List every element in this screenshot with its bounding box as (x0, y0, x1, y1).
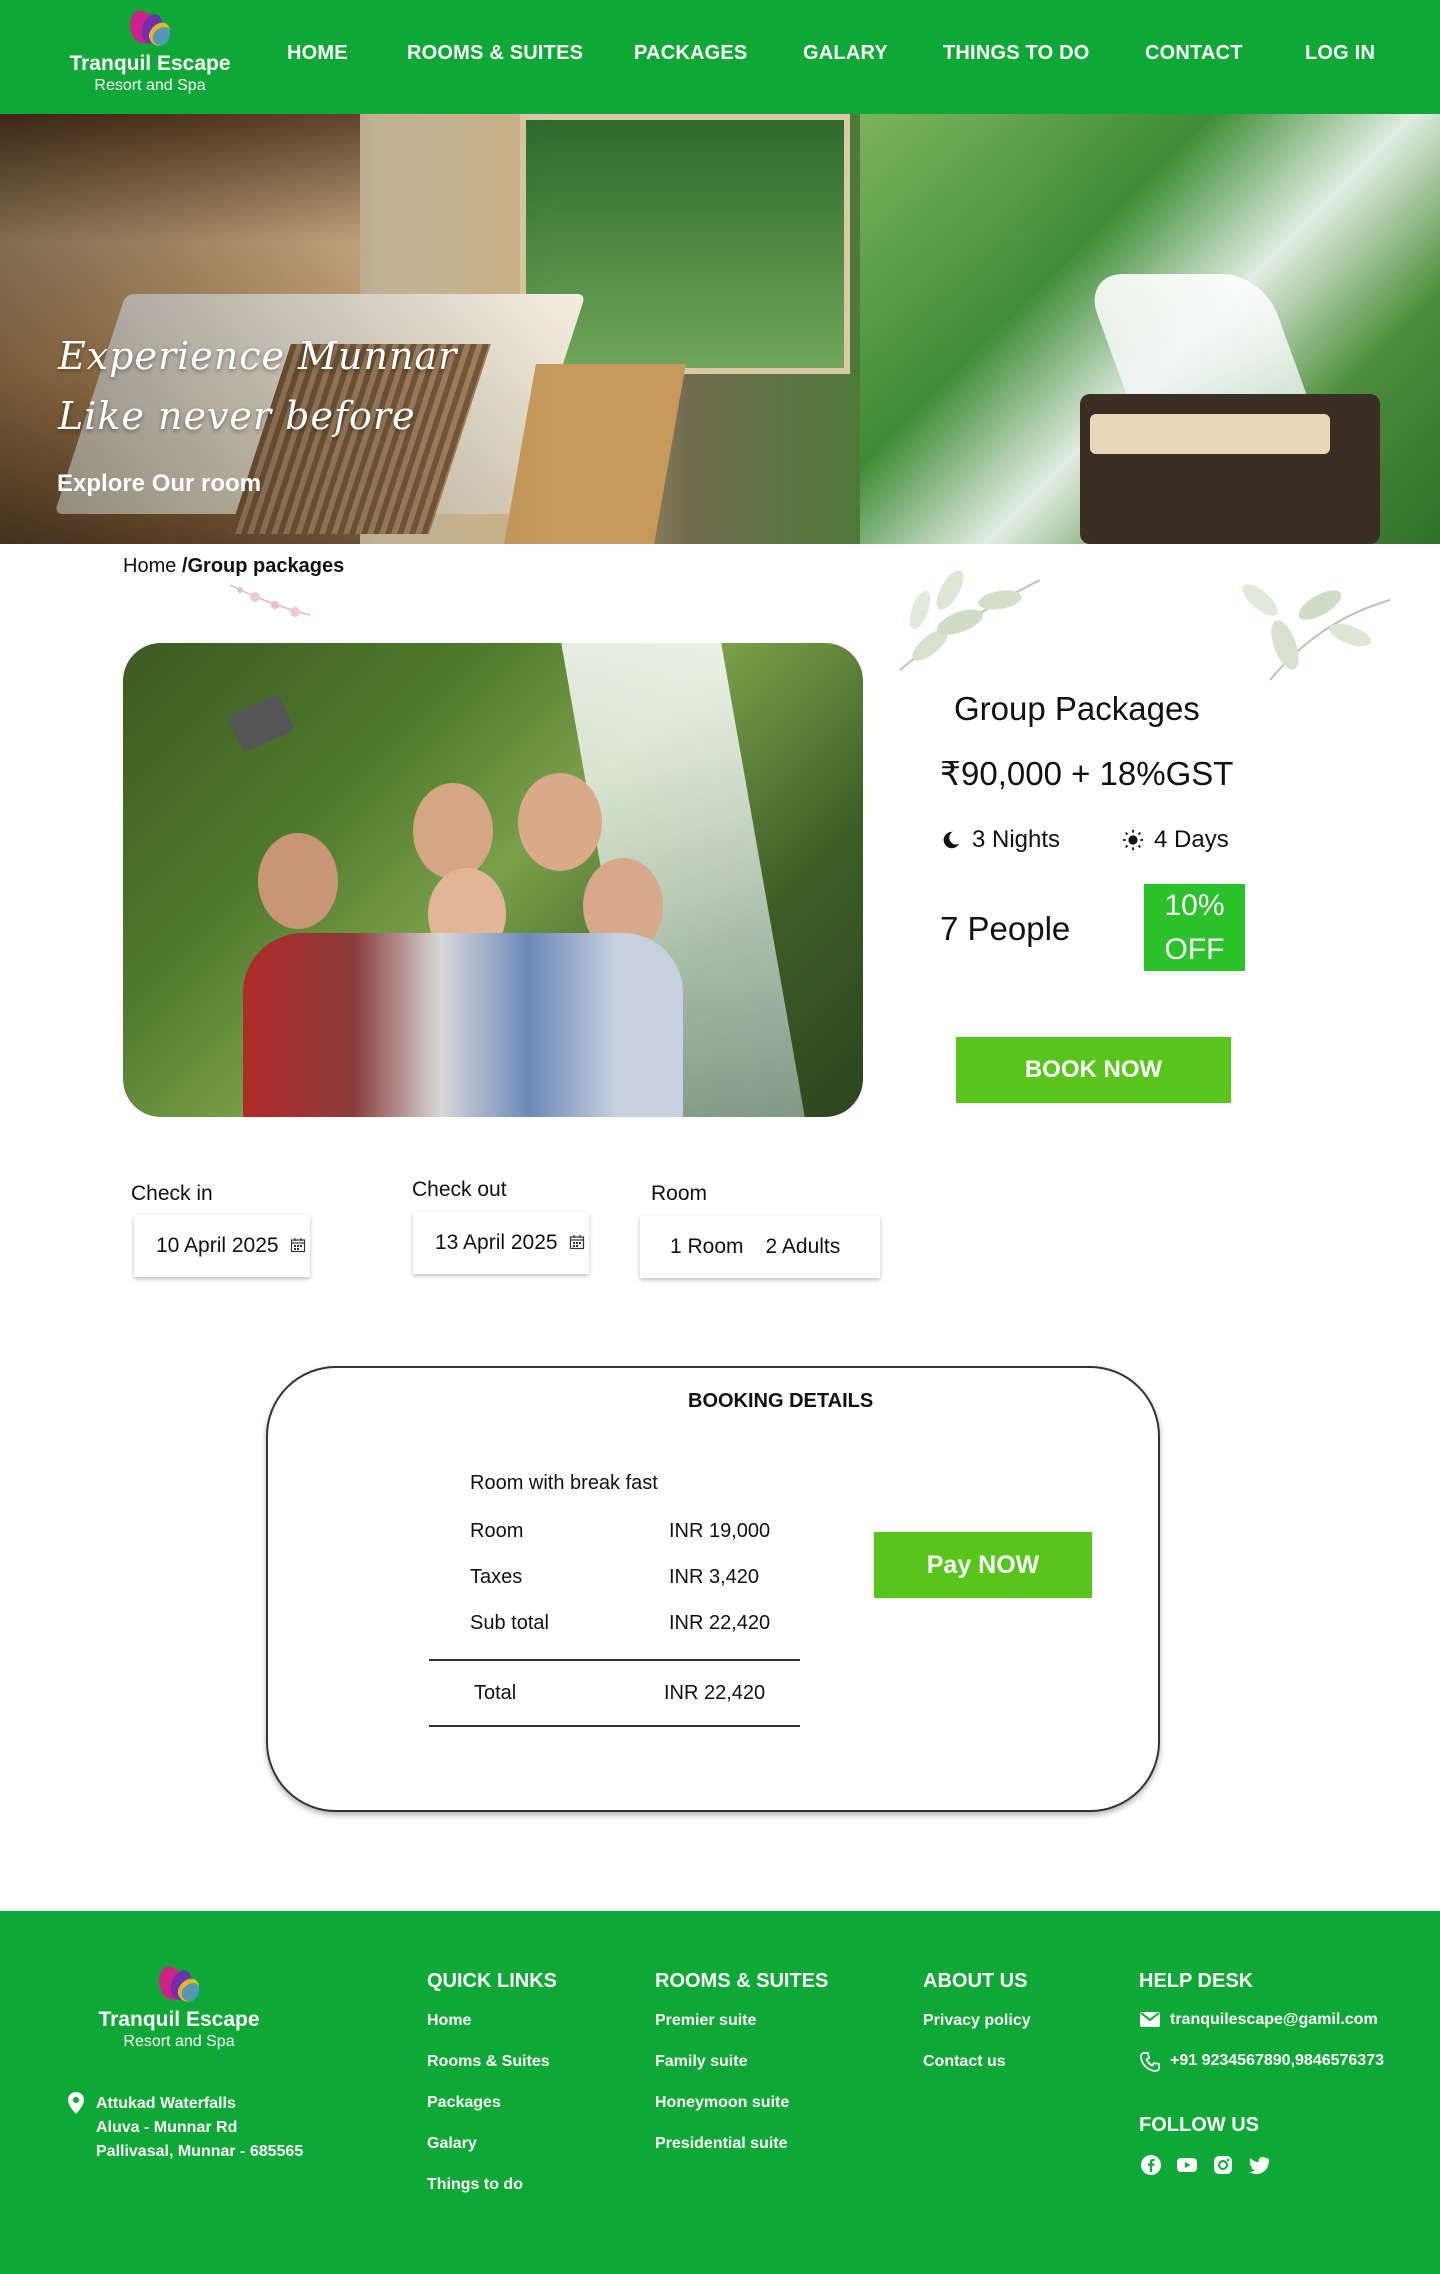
taxes-row-label: Taxes (470, 1566, 523, 1588)
nav-contact[interactable]: CONTACT (1145, 42, 1243, 65)
footer-link-privacy-policy[interactable]: Privacy policy (923, 2012, 1031, 2030)
divider (429, 1659, 800, 1661)
checkout-value: 13 April 2025 (435, 1231, 558, 1254)
hero-headline-line2: Like never before (58, 394, 416, 438)
checkout-label: Check out (412, 1178, 507, 1201)
discount-off: OFF (1164, 933, 1225, 966)
main-nav: HOME ROOMS & SUITES PACKAGES GALARY THIN… (0, 42, 1440, 72)
address-line-2: Aluva - Munnar Rd (96, 2119, 238, 2136)
help-phone[interactable]: +91 9234567890,9846576373 (1170, 2052, 1384, 2070)
nav-home[interactable]: HOME (287, 42, 348, 65)
facebook-icon[interactable] (1140, 2154, 1162, 2176)
total-label: Total (474, 1682, 517, 1704)
nav-things-to-do[interactable]: THINGS TO DO (943, 42, 1089, 65)
total-value: INR 22,420 (664, 1682, 766, 1704)
footer-link-rooms-suites[interactable]: Rooms & Suites (427, 2053, 550, 2071)
youtube-icon[interactable] (1176, 2154, 1198, 2176)
address-line-3: Pallivasal, Munnar - 685565 (96, 2143, 304, 2160)
instagram-icon[interactable] (1212, 2154, 1234, 2176)
help-desk-heading: HELP DESK (1139, 1970, 1254, 1992)
group-selfie-photo (123, 643, 863, 1117)
booking-subtitle: Room with break fast (470, 1472, 658, 1494)
hero-banner: Experience Munnar Like never before Expl… (0, 114, 1440, 544)
breadcrumb-home[interactable]: Home (123, 555, 176, 577)
brand-tagline: Resort and Spa (94, 77, 206, 94)
checkout-date-field[interactable]: 13 April 2025 (413, 1212, 589, 1274)
divider (429, 1725, 800, 1727)
site-header: Tranquil Escape Resort and Spa HOME ROOM… (0, 0, 1440, 114)
calendar-icon[interactable] (290, 1237, 306, 1253)
footer-link-presidential-suite[interactable]: Presidential suite (655, 2135, 788, 2153)
footer-logo[interactable]: Tranquil Escape Resort and Spa (89, 1962, 269, 2052)
checkin-value: 10 April 2025 (156, 1234, 279, 1257)
footer-link-packages[interactable]: Packages (427, 2094, 501, 2112)
days-stat: 4 Days (1122, 826, 1229, 854)
room-label: Room (651, 1182, 708, 1205)
checkin-label: Check in (131, 1182, 213, 1205)
pay-now-button[interactable]: Pay NOW (874, 1532, 1092, 1598)
taxes-row-value: INR 3,420 (669, 1566, 760, 1588)
address-line-1: Attukad Waterfalls (96, 2095, 236, 2112)
footer-link-premier-suite[interactable]: Premier suite (655, 2012, 756, 2030)
footer-link-contact-us[interactable]: Contact us (923, 2053, 1006, 2071)
twitter-icon[interactable] (1248, 2154, 1270, 2176)
location-pin-icon (68, 2092, 84, 2114)
footer-link-home[interactable]: Home (427, 2012, 471, 2030)
rooms-suites-heading: ROOMS & SUITES (655, 1970, 829, 1992)
guest-count-value: 2 Adults (765, 1235, 841, 1258)
booking-details-title: BOOKING DETAILS (688, 1390, 874, 1412)
breadcrumb-current: /Group packages (181, 555, 345, 577)
blossom-decoration-icon (229, 584, 311, 617)
package-title: Group Packages (954, 690, 1200, 727)
sun-icon (1122, 829, 1144, 851)
subtotal-row-value: INR 22,420 (669, 1612, 771, 1634)
logo-mark-icon (149, 1962, 209, 2006)
help-email[interactable]: tranquilescape@gamil.com (1170, 2011, 1378, 2029)
footer-link-galary[interactable]: Galary (427, 2135, 477, 2153)
phone-image (227, 693, 295, 753)
leaf-decoration-icon (899, 570, 1041, 671)
footer-brand-name: Tranquil Escape (98, 2008, 260, 2031)
email-icon (1140, 2012, 1160, 2027)
hero-headline-line1: Experience Munnar (58, 334, 458, 378)
nights-label: 3 Nights (972, 826, 1061, 853)
room-row-value: INR 19,000 (669, 1520, 771, 1542)
explore-room-link[interactable]: Explore Our room (57, 470, 261, 498)
book-now-button[interactable]: BOOK NOW (956, 1037, 1231, 1103)
nav-galary[interactable]: GALARY (803, 42, 888, 65)
footer-link-things-to-do[interactable]: Things to do (427, 2176, 523, 2194)
quick-links-heading: QUICK LINKS (427, 1970, 557, 1992)
about-us-heading: ABOUT US (923, 1970, 1028, 1992)
room-guest-selector[interactable]: 1 Room 2 Adults (640, 1216, 880, 1278)
nav-rooms-suites[interactable]: ROOMS & SUITES (407, 42, 583, 65)
nights-stat: 3 Nights (940, 826, 1060, 854)
subtotal-row-label: Sub total (470, 1612, 549, 1634)
discount-percent: 10% (1164, 889, 1225, 922)
phone-icon (1140, 2052, 1160, 2072)
footer-link-honeymoon-suite[interactable]: Honeymoon suite (655, 2094, 789, 2112)
people-count: 7 People (940, 910, 1071, 947)
days-label: 4 Days (1154, 826, 1229, 853)
calendar-icon[interactable] (569, 1234, 585, 1250)
discount-badge: 10% OFF (1144, 884, 1245, 971)
moon-icon (943, 831, 960, 849)
room-count-value: 1 Room (670, 1235, 744, 1258)
nav-packages[interactable]: PACKAGES (634, 42, 747, 65)
follow-us-heading: FOLLOW US (1139, 2114, 1259, 2136)
footer-link-family-suite[interactable]: Family suite (655, 2053, 747, 2071)
nav-login[interactable]: LOG IN (1305, 42, 1375, 65)
leaf-decoration-icon (1242, 584, 1391, 681)
checkin-date-field[interactable]: 10 April 2025 (134, 1215, 310, 1277)
footer-brand-tagline: Resort and Spa (123, 2033, 235, 2050)
package-price: ₹90,000 + 18%GST (940, 755, 1234, 792)
room-row-label: Room (470, 1520, 524, 1542)
